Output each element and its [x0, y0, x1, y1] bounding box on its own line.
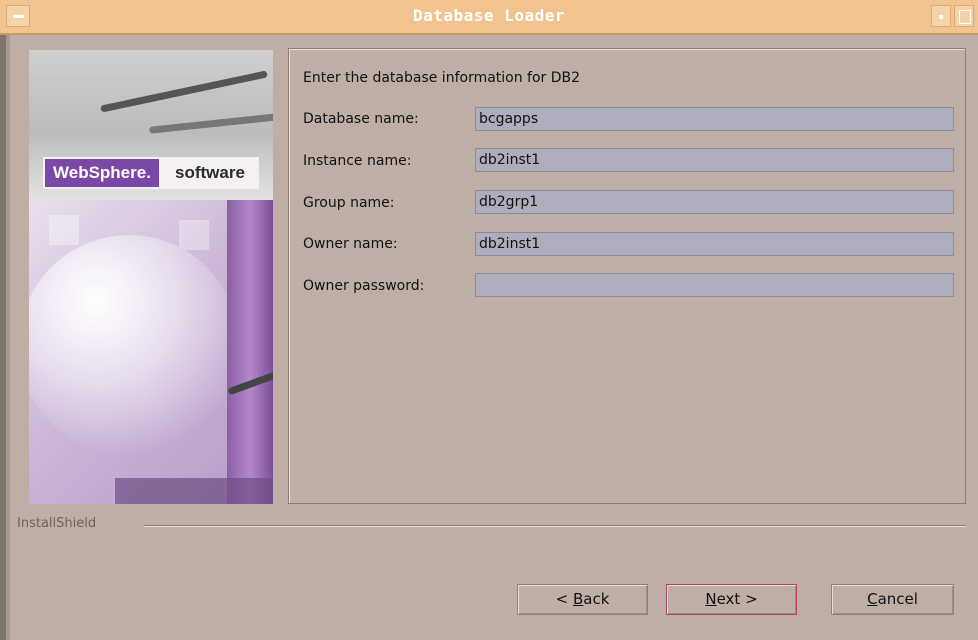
next-button-rest: ext >	[716, 590, 758, 608]
globe-graphic	[29, 235, 239, 455]
banner-strip	[227, 200, 273, 504]
owner-password-label: Owner password:	[303, 278, 425, 294]
owner-password-field[interactable]	[475, 273, 954, 297]
back-button[interactable]: < Back	[517, 584, 648, 615]
back-button-prefix: <	[555, 590, 573, 608]
title-bar[interactable]: Database Loader	[0, 0, 978, 35]
form-heading: Enter the database information for DB2	[303, 70, 581, 86]
back-button-mnemonic: B	[572, 590, 584, 608]
maximize-icon[interactable]	[954, 5, 974, 27]
minimize-icon[interactable]	[931, 5, 951, 27]
banner-icons	[115, 478, 273, 504]
window-title: Database Loader	[413, 6, 565, 25]
database-name-field[interactable]: bcgapps	[475, 107, 954, 131]
window-border-inner	[6, 35, 10, 640]
websphere-banner-image: WebSphere. software	[29, 50, 273, 504]
installshield-label: InstallShield	[17, 516, 97, 531]
cancel-button[interactable]: Cancel	[831, 584, 954, 615]
banner-pattern	[49, 215, 79, 245]
owner-name-field[interactable]: db2inst1	[475, 232, 954, 256]
owner-name-label: Owner name:	[303, 236, 398, 252]
websphere-logo-mark: WebSphere.	[45, 159, 159, 187]
websphere-logo: WebSphere. software	[43, 157, 259, 189]
footer-divider	[144, 525, 966, 527]
group-name-field[interactable]: db2grp1	[475, 190, 954, 214]
database-loader-window: Database Loader WebSphere. software Ente…	[0, 0, 978, 640]
database-name-label: Database name:	[303, 111, 419, 127]
group-name-label: Group name:	[303, 195, 395, 211]
cancel-button-mnemonic: C	[867, 590, 878, 608]
instance-name-field[interactable]: db2inst1	[475, 148, 954, 172]
next-button[interactable]: Next >	[666, 584, 797, 615]
websphere-logo-word: software	[175, 163, 245, 182]
instance-name-label: Instance name:	[303, 153, 412, 169]
banner-pattern	[179, 220, 209, 250]
cancel-button-rest: ancel	[877, 590, 918, 608]
next-button-mnemonic: N	[705, 590, 717, 608]
back-button-rest: ack	[583, 590, 610, 608]
